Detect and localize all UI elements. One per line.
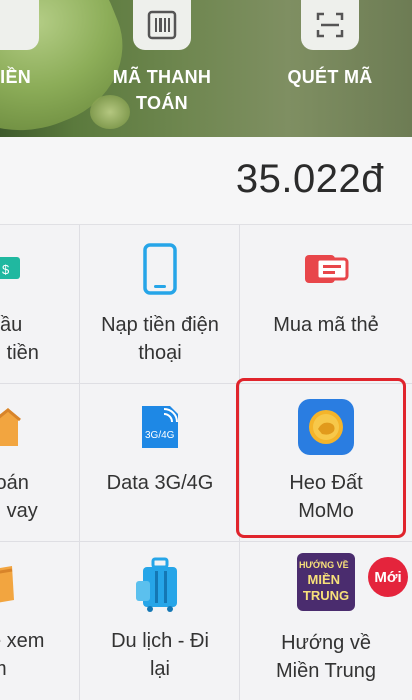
service-buy-card-code[interactable]: Mua mã thẻ — [240, 225, 412, 383]
scan-code-button[interactable]: QUÉT MÃ — [270, 0, 390, 90]
service-phone-topup[interactable]: Nạp tiền điện thoại — [80, 225, 240, 383]
balance-bar[interactable]: 35.022đ — [0, 137, 412, 225]
service-label: é xem m — [0, 630, 45, 680]
ticket-icon — [0, 557, 46, 613]
service-money-request[interactable]: $ cầu n tiền — [0, 225, 80, 383]
house-icon — [0, 399, 46, 455]
luggage-icon — [132, 557, 188, 613]
service-movie-ticket[interactable]: é xem m — [0, 541, 80, 699]
transfer-label: TIỀN — [0, 67, 32, 87]
sim-3g4g-text: 3G/4G — [145, 430, 175, 441]
balance-amount: 35.022đ — [235, 157, 384, 201]
service-travel[interactable]: Du lịch - Đi lại — [80, 541, 240, 699]
scan-code-label: QUÉT MÃ — [287, 67, 373, 87]
card-code-icon — [298, 241, 354, 297]
service-data-3g4g[interactable]: 3G/4G Data 3G/4G — [80, 383, 240, 541]
highlight-frame — [236, 378, 406, 538]
scan-icon — [301, 0, 359, 50]
phone-icon — [132, 241, 188, 297]
service-loan-payment[interactable]: toán n vay — [0, 383, 80, 541]
svg-text:$: $ — [2, 262, 10, 277]
service-label: Data 3G/4G — [106, 472, 214, 494]
service-label: Mua mã thẻ — [273, 314, 379, 336]
transfer-icon — [0, 0, 39, 50]
service-label: toán n vay — [0, 472, 38, 522]
payment-code-label: MÃ THANH TOÁN — [112, 67, 212, 113]
service-label: Du lịch - Đi lại — [111, 630, 209, 680]
service-label: Hướng về Miền Trung — [275, 632, 377, 682]
new-badge: Mới — [368, 557, 408, 597]
momo-home-screen: TIỀN MÃ THANH TOÁN QUÉT M — [0, 0, 412, 700]
sim-3g4g-icon: 3G/4G — [132, 399, 188, 455]
transfer-button[interactable]: TIỀN — [0, 0, 50, 90]
service-label: cầu n tiền — [0, 314, 39, 364]
header-banner: TIỀN MÃ THANH TOÁN QUÉT M — [0, 0, 412, 137]
payment-code-button[interactable]: MÃ THANH TOÁN — [92, 0, 232, 116]
money-transfer-icon: $ — [0, 241, 46, 297]
campaign-icon: HƯỚNG VỀ MIỀN TRUNG — [297, 553, 355, 611]
service-label: Nạp tiền điện thoại — [101, 314, 219, 364]
barcode-icon — [133, 0, 191, 50]
